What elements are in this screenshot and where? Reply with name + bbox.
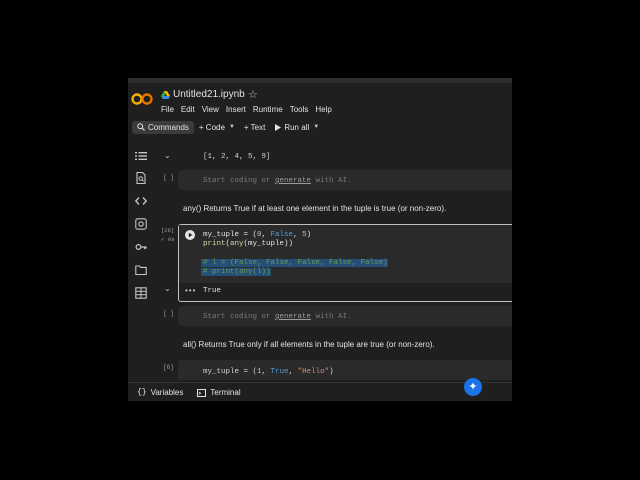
output-menu-icon[interactable]: ••• bbox=[185, 286, 196, 295]
code-token: any bbox=[230, 240, 244, 248]
output-cell: [1, 2, 4, 5, 9] bbox=[178, 147, 512, 167]
execution-success-check-icon: ✓ bbox=[161, 236, 165, 243]
gemini-sparkle-button[interactable]: ✦ bbox=[464, 378, 482, 396]
cell-output: ••• True bbox=[179, 283, 512, 301]
find-in-file-icon[interactable] bbox=[135, 172, 147, 184]
markdown-cell-all[interactable]: all() Returns True only if all elements … bbox=[183, 340, 435, 349]
add-code-dropdown-icon[interactable]: ▼ bbox=[229, 124, 235, 130]
code-token: my_tuple = ( bbox=[203, 231, 258, 239]
output-text: [1, 2, 4, 5, 9] bbox=[203, 153, 271, 161]
menu-file[interactable]: File bbox=[161, 105, 174, 114]
markdown-cell-any[interactable]: any() Returns True if at least one eleme… bbox=[183, 204, 446, 213]
colab-window: Untitled21.ipynb ☆ File Edit View Insert… bbox=[128, 78, 512, 401]
code-token: True bbox=[270, 368, 289, 376]
add-code-button[interactable]: + Code bbox=[194, 121, 230, 134]
execution-count: [6] bbox=[163, 364, 174, 371]
star-icon[interactable]: ☆ bbox=[248, 88, 258, 101]
left-sidebar bbox=[128, 142, 154, 382]
code-line-3-selected: # l = (False, False, False, False, False… bbox=[201, 259, 388, 267]
code-token: , bbox=[261, 368, 271, 376]
code-token: False bbox=[270, 231, 294, 239]
commands-button[interactable]: Commands bbox=[132, 120, 194, 134]
sparkle-icon: ✦ bbox=[468, 381, 478, 393]
cell-placeholder: Start coding or generate with AI. bbox=[203, 313, 352, 321]
commands-label: Commands bbox=[148, 122, 189, 132]
braces-icon: {} bbox=[137, 388, 147, 397]
collapse-output-chevron-icon[interactable]: ⌄ bbox=[164, 151, 171, 160]
run-all-button[interactable]: Run all bbox=[270, 121, 314, 134]
search-icon bbox=[137, 123, 145, 131]
execution-count: [26] bbox=[161, 227, 175, 234]
collapse-output-chevron-icon[interactable]: ⌄ bbox=[164, 284, 171, 293]
placeholder-text-end: with AI. bbox=[311, 313, 352, 321]
menubar: File Edit View Insert Runtime Tools Help bbox=[161, 105, 332, 114]
add-text-button[interactable]: + Text bbox=[239, 121, 270, 134]
run-cell-button[interactable] bbox=[185, 230, 195, 240]
variables-button[interactable]: {} Variables bbox=[137, 388, 183, 397]
add-text-label: + Text bbox=[243, 122, 266, 132]
code-line-4-selected: # print(any(l)) bbox=[201, 268, 271, 276]
toolbar: Commands + Code ▼ + Text Run all ▼ bbox=[128, 118, 512, 136]
code-editor[interactable]: my_tuple = (0, False, 5) print(any(my_tu… bbox=[179, 225, 512, 283]
code-token: (my_tuple)) bbox=[243, 240, 294, 248]
notebook-title[interactable]: Untitled21.ipynb bbox=[173, 89, 245, 100]
empty-code-cell[interactable]: Start coding or generate with AI. bbox=[178, 306, 512, 326]
code-token: print bbox=[203, 240, 226, 248]
status-bar: {} Variables Terminal bbox=[128, 382, 512, 401]
files-folder-icon[interactable] bbox=[135, 264, 147, 276]
menu-view[interactable]: View bbox=[202, 105, 219, 114]
terminal-icon bbox=[197, 388, 207, 397]
placeholder-text-end: with AI. bbox=[311, 177, 352, 185]
menu-tools[interactable]: Tools bbox=[290, 105, 309, 114]
play-icon bbox=[188, 232, 193, 238]
active-code-cell[interactable]: my_tuple = (0, False, 5) print(any(my_tu… bbox=[178, 224, 512, 302]
code-line-2: print(any(my_tuple)) bbox=[203, 240, 293, 248]
code-snippets-icon[interactable] bbox=[135, 195, 147, 207]
drive-icon[interactable] bbox=[161, 91, 170, 99]
execution-time: 0s bbox=[168, 236, 175, 243]
code-token: ) bbox=[306, 231, 312, 239]
code-token: , bbox=[261, 231, 271, 239]
menu-insert[interactable]: Insert bbox=[226, 105, 246, 114]
code-token: , bbox=[288, 368, 298, 376]
code-cell-all[interactable]: my_tuple = (1, True, "Hello") bbox=[178, 360, 512, 380]
empty-code-cell[interactable]: Start coding or generate with AI. bbox=[178, 170, 512, 190]
cell-bracket: [ ] bbox=[163, 174, 174, 181]
run-all-dropdown-icon[interactable]: ▼ bbox=[313, 124, 319, 130]
cell-bracket: [ ] bbox=[163, 310, 174, 317]
cell-placeholder: Start coding or generate with AI. bbox=[203, 177, 352, 185]
placeholder-text: Start coding or bbox=[203, 177, 276, 185]
menu-runtime[interactable]: Runtime bbox=[253, 105, 283, 114]
play-icon bbox=[275, 123, 282, 131]
notebook-area: ⌄ [1, 2, 4, 5, 9] [ ] Start coding or ge… bbox=[158, 140, 512, 380]
code-token: "Hello" bbox=[297, 368, 330, 376]
code-line-1: my_tuple = (0, False, 5) bbox=[203, 231, 311, 239]
menu-help[interactable]: Help bbox=[315, 105, 331, 114]
code-token: , bbox=[293, 231, 303, 239]
cell-output-text: True bbox=[203, 287, 222, 295]
secrets-key-icon[interactable] bbox=[135, 241, 147, 253]
variables-inspector-icon[interactable] bbox=[135, 218, 147, 230]
generate-link[interactable]: generate bbox=[275, 177, 311, 185]
code-token: my_tuple = ( bbox=[203, 368, 258, 376]
menu-edit[interactable]: Edit bbox=[181, 105, 195, 114]
placeholder-text: Start coding or bbox=[203, 313, 276, 321]
colab-logo-icon[interactable] bbox=[131, 92, 153, 106]
run-all-label: Run all bbox=[284, 122, 310, 132]
add-code-label: + Code bbox=[198, 122, 225, 132]
code-token: ) bbox=[329, 368, 334, 376]
generate-link[interactable]: generate bbox=[275, 313, 311, 321]
top-strip bbox=[128, 78, 512, 83]
code-line: my_tuple = (1, True, "Hello") bbox=[203, 368, 334, 376]
terminal-button[interactable]: Terminal bbox=[197, 388, 241, 397]
data-table-icon[interactable] bbox=[135, 287, 147, 299]
table-of-contents-icon[interactable] bbox=[135, 150, 147, 162]
terminal-label: Terminal bbox=[210, 388, 241, 397]
variables-label: Variables bbox=[150, 388, 184, 397]
